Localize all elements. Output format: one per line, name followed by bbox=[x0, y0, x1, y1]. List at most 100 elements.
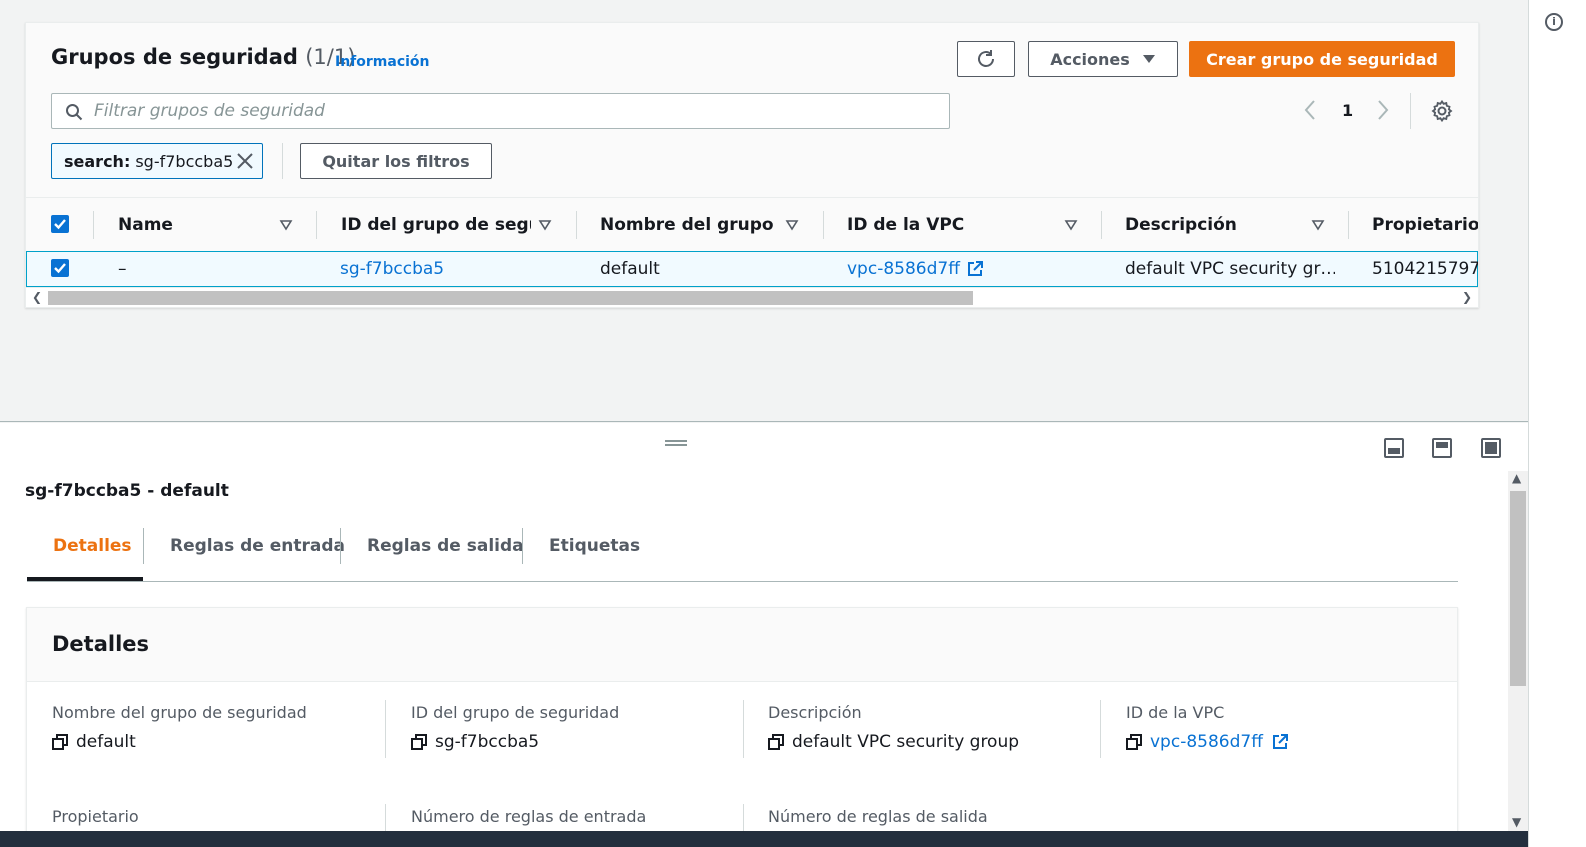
cell-sg-id-link[interactable]: sg-f7bccba5 bbox=[340, 252, 444, 286]
layout-bottom-icon[interactable] bbox=[1384, 438, 1404, 458]
sort-icon[interactable] bbox=[538, 218, 552, 232]
search-box bbox=[51, 93, 950, 129]
tab-list: Detalles Reglas de entrada Reglas de sal… bbox=[27, 523, 1458, 582]
description-value: default VPC security group bbox=[792, 732, 1020, 752]
field-label-vpc-id: ID de la VPC bbox=[1126, 703, 1225, 722]
sg-name-value: default bbox=[76, 732, 136, 752]
column-divider bbox=[385, 700, 386, 758]
column-header-owner[interactable]: Propietario bbox=[1372, 198, 1478, 252]
refresh-icon bbox=[978, 50, 994, 67]
details-heading: Detalles bbox=[52, 632, 150, 656]
field-label-description: Descripción bbox=[768, 703, 862, 722]
right-rail: i bbox=[1528, 0, 1586, 847]
column-divider bbox=[743, 700, 744, 758]
field-label-outbound-count: Número de reglas de salida bbox=[768, 807, 988, 826]
copy-icon[interactable] bbox=[52, 734, 68, 750]
scroll-left-icon[interactable]: ❮ bbox=[32, 290, 42, 304]
top-region: Grupos de seguridad (1/1) Información Ac… bbox=[0, 0, 1528, 422]
layout-side-icon[interactable] bbox=[1432, 438, 1452, 458]
field-label-sg-id: ID del grupo de seguridad bbox=[411, 703, 620, 722]
tab-tags[interactable]: Etiquetas bbox=[523, 523, 666, 581]
bottom-bar bbox=[0, 831, 1528, 847]
vertical-scrollbar[interactable]: ▲ ▼ bbox=[1508, 471, 1528, 831]
scroll-right-icon[interactable]: ❯ bbox=[1462, 290, 1472, 304]
cell-vpc-id: vpc-8586d7ff bbox=[847, 259, 960, 279]
copy-icon[interactable] bbox=[768, 734, 784, 750]
close-icon[interactable] bbox=[236, 152, 254, 170]
filter-token-key: search: bbox=[64, 151, 131, 171]
refresh-button[interactable] bbox=[957, 41, 1015, 77]
field-label-sg-name: Nombre del grupo de seguridad bbox=[52, 703, 307, 722]
field-label-owner: Propietario bbox=[52, 807, 139, 826]
tab-details[interactable]: Detalles bbox=[27, 523, 143, 581]
copy-icon[interactable] bbox=[1126, 734, 1142, 750]
select-all-checkbox[interactable] bbox=[51, 215, 69, 233]
copy-icon[interactable] bbox=[411, 734, 427, 750]
cell-name: – bbox=[118, 259, 127, 279]
field-value-sg-name: default bbox=[52, 732, 136, 752]
column-divider bbox=[1100, 700, 1101, 758]
field-value-description: default VPC security group bbox=[768, 732, 1019, 752]
search-input[interactable] bbox=[94, 94, 934, 128]
row-checkbox[interactable] bbox=[51, 259, 69, 277]
field-label-inbound-count: Número de reglas de entrada bbox=[411, 807, 647, 826]
details-card-header: Detalles bbox=[27, 608, 1457, 682]
drag-handle-icon[interactable] bbox=[665, 440, 687, 446]
page-number[interactable]: 1 bbox=[1342, 101, 1353, 120]
clear-filters-button[interactable]: Quitar los filtros bbox=[300, 143, 492, 179]
create-security-group-button[interactable]: Crear grupo de seguridad bbox=[1189, 41, 1455, 77]
field-value-sg-id: sg-f7bccba5 bbox=[411, 732, 539, 752]
filter-divider bbox=[282, 143, 283, 179]
scrollbar-thumb[interactable] bbox=[1510, 491, 1526, 686]
cell-description: default VPC security gr… bbox=[1125, 259, 1335, 279]
scroll-up-icon[interactable]: ▲ bbox=[1512, 471, 1521, 485]
sg-id-value: sg-f7bccba5 bbox=[435, 732, 540, 752]
sort-icon[interactable] bbox=[279, 218, 293, 232]
table-row[interactable]: – sg-f7bccba5 default vpc-8586d7ff defau… bbox=[26, 251, 1478, 287]
search-icon bbox=[66, 104, 83, 121]
column-divider bbox=[316, 211, 317, 239]
split-panel-title: sg-f7bccba5 - default bbox=[25, 481, 229, 501]
actions-button[interactable]: Acciones bbox=[1028, 41, 1178, 77]
caret-down-icon bbox=[1142, 55, 1155, 63]
gear-icon[interactable] bbox=[1430, 99, 1454, 123]
vpc-id-link[interactable]: vpc-8586d7ff bbox=[1150, 732, 1263, 752]
panel-title-text: Grupos de seguridad bbox=[51, 45, 298, 69]
chevron-left-icon[interactable] bbox=[1303, 99, 1317, 121]
sort-icon[interactable] bbox=[1064, 218, 1078, 232]
scrollbar-thumb[interactable] bbox=[48, 291, 973, 305]
cell-vpc-link[interactable]: vpc-8586d7ff bbox=[847, 252, 984, 286]
column-divider bbox=[576, 211, 577, 239]
field-value-vpc-id: vpc-8586d7ff bbox=[1126, 732, 1289, 752]
table-header: Name ID del grupo de segu… Nombre del gr… bbox=[26, 197, 1478, 251]
cell-owner: 51042157977 bbox=[1372, 259, 1478, 279]
column-header-vpc-id[interactable]: ID de la VPC bbox=[847, 198, 1047, 252]
sort-icon[interactable] bbox=[1311, 218, 1325, 232]
cell-sg-name: default bbox=[600, 259, 660, 279]
pager-divider bbox=[1410, 93, 1411, 129]
checkbox-checked-icon bbox=[54, 219, 66, 230]
external-link-icon[interactable] bbox=[1271, 733, 1289, 751]
column-header-name[interactable]: Name bbox=[118, 198, 278, 252]
details-card: Detalles Nombre del grupo de seguridad d… bbox=[26, 607, 1458, 847]
actions-label: Acciones bbox=[1050, 49, 1130, 69]
tab-inbound-rules[interactable]: Reglas de entrada bbox=[144, 523, 371, 581]
chevron-right-icon[interactable] bbox=[1376, 99, 1390, 121]
filter-token-value: sg-f7bccba5 bbox=[135, 151, 234, 171]
info-link[interactable]: Información bbox=[335, 54, 430, 70]
layout-full-icon[interactable] bbox=[1481, 438, 1501, 458]
sort-icon[interactable] bbox=[785, 218, 799, 232]
column-header-sg-id[interactable]: ID del grupo de segu… bbox=[341, 198, 531, 252]
security-groups-panel: Grupos de seguridad (1/1) Información Ac… bbox=[25, 22, 1479, 308]
column-divider bbox=[1101, 211, 1102, 239]
split-panel: sg-f7bccba5 - default Detalles Reglas de… bbox=[0, 423, 1528, 847]
horizontal-scrollbar[interactable]: ❮ ❯ bbox=[26, 287, 1478, 307]
info-icon[interactable]: i bbox=[1545, 13, 1563, 31]
column-divider bbox=[1348, 211, 1349, 239]
column-header-sg-name[interactable]: Nombre del grupo … bbox=[600, 198, 780, 252]
scroll-down-icon[interactable]: ▼ bbox=[1512, 815, 1521, 829]
checkbox-checked-icon bbox=[54, 263, 66, 274]
tab-outbound-rules[interactable]: Reglas de salida bbox=[341, 523, 550, 581]
column-header-description[interactable]: Descripción bbox=[1125, 198, 1305, 252]
external-link-icon bbox=[967, 261, 983, 276]
